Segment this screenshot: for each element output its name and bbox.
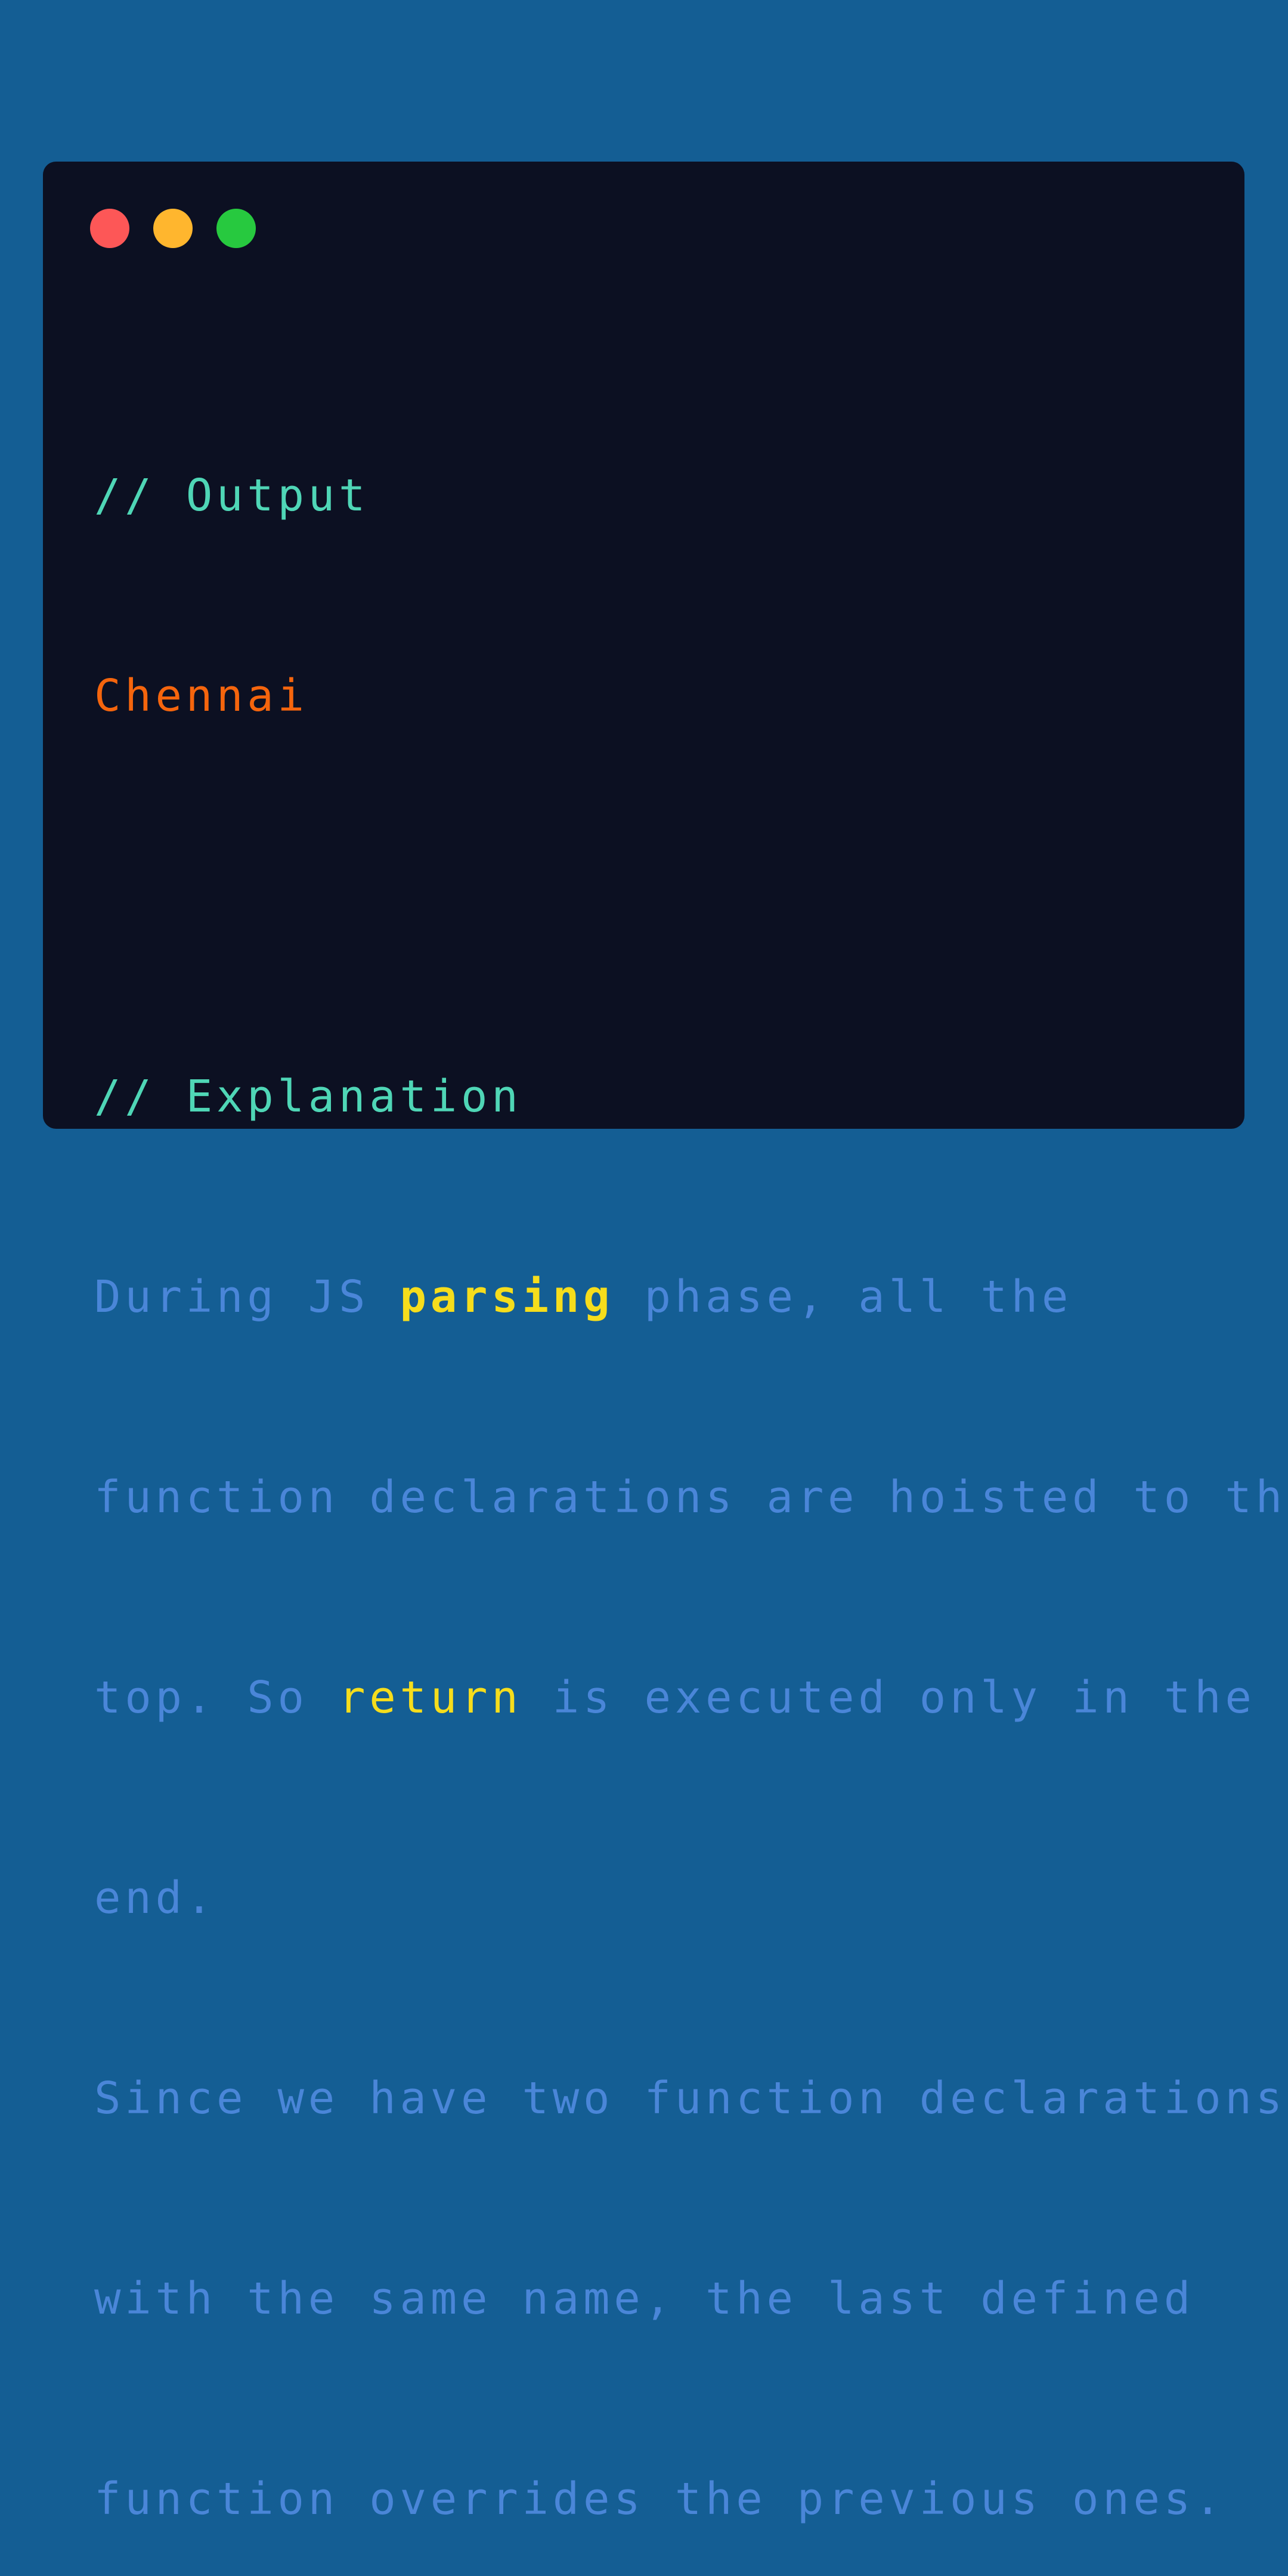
- explanation-text: During JS: [94, 1271, 400, 1323]
- code-block: // Output Chennai // Explanation During …: [94, 329, 1288, 2576]
- explanation-line-5: Since we have two function declarations: [94, 2073, 1286, 2124]
- explanation-line-3: top. So return is executed only in the: [94, 1664, 1252, 1731]
- explanation-text: is executed only in the: [522, 1672, 1256, 1723]
- keyword-return: return: [339, 1672, 522, 1723]
- window-controls: [90, 209, 256, 248]
- explanation-text: top. So: [94, 1672, 339, 1723]
- code-window: // Output Chennai // Explanation During …: [43, 162, 1288, 2525]
- output-comment: // Output: [94, 470, 370, 521]
- minimize-dot-icon[interactable]: [153, 209, 193, 248]
- explanation-text: phase, all the: [614, 1271, 1073, 1323]
- keyword-parsing: parsing: [400, 1271, 614, 1323]
- explanation-line-6: with the same name, the last defined: [94, 2273, 1195, 2324]
- maximize-dot-icon[interactable]: [216, 209, 256, 248]
- close-dot-icon[interactable]: [90, 209, 129, 248]
- explanation-line-2: function declarations are hoisted to the: [94, 1472, 1288, 1523]
- explanation-comment: // Explanation: [94, 1071, 522, 1122]
- explanation-line-1: During JS parsing phase, all the: [94, 1264, 1215, 1330]
- explanation-line-4: end.: [94, 1872, 217, 1924]
- explanation-line-7: function overrides the previous ones.: [94, 2473, 1225, 2525]
- output-value: Chennai: [94, 670, 308, 722]
